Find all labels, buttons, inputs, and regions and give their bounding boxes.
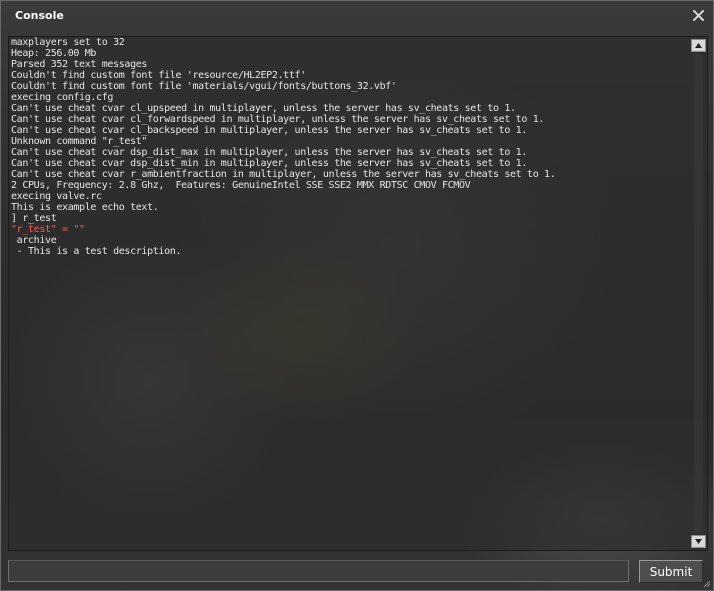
scroll-down-button[interactable] (691, 535, 706, 548)
close-icon (692, 9, 704, 21)
console-line: "r_test" = "" (11, 224, 85, 235)
console-line: ] r_test (11, 213, 57, 224)
arrow-up-icon (695, 43, 702, 48)
console-line: Can't use cheat cvar cl_forwardspeed in … (11, 114, 545, 125)
console-line: Parsed 352 text messages (11, 59, 148, 70)
console-line: maxplayers set to 32 (11, 37, 125, 48)
console-line: execing valve.rc (11, 191, 102, 202)
console-line: archive (11, 235, 57, 246)
close-button[interactable] (689, 6, 707, 24)
console-line: execing config.cfg (11, 92, 114, 103)
console-line: Can't use cheat cvar cl_backspeed in mul… (11, 125, 528, 136)
scroll-up-button[interactable] (691, 39, 706, 52)
console-scrollbar[interactable] (691, 38, 706, 549)
command-input[interactable] (8, 560, 629, 582)
console-line: Couldn't find custom font file 'material… (11, 81, 397, 92)
console-line: Heap: 256.00 Mb (11, 48, 97, 59)
console-line: Can't use cheat cvar r_ambientfraction i… (11, 169, 556, 180)
console-text: maxplayers set to 32 Heap: 256.00 Mb Parse… (11, 37, 689, 550)
console-line: Couldn't find custom font file 'resource… (11, 70, 306, 81)
submit-button[interactable]: Submit (639, 560, 703, 583)
console-line: Can't use cheat cvar cl_upspeed in multi… (11, 103, 516, 114)
console-line: Unknown command "r_test" (11, 136, 148, 147)
title-bar[interactable]: Console (1, 1, 713, 31)
console-window: Console maxplayers set to 32 Heap: 256.00… (0, 0, 714, 591)
console-line: Can't use cheat cvar dsp_dist_max in mul… (11, 147, 528, 158)
console-line: This is example echo text. (11, 202, 159, 213)
console-line: Can't use cheat cvar dsp_dist_min in mul… (11, 158, 528, 169)
scroll-track[interactable] (694, 54, 703, 533)
console-line: - This is a test description. (11, 246, 182, 257)
resize-grip-icon[interactable] (703, 580, 711, 588)
window-title: Console (15, 9, 64, 22)
console-output[interactable]: maxplayers set to 32 Heap: 256.00 Mb Parse… (8, 36, 708, 551)
arrow-down-icon (695, 539, 702, 544)
console-line: 2 CPUs, Frequency: 2.8 Ghz, Features: Ge… (11, 180, 471, 191)
submit-label: Submit (649, 564, 693, 579)
